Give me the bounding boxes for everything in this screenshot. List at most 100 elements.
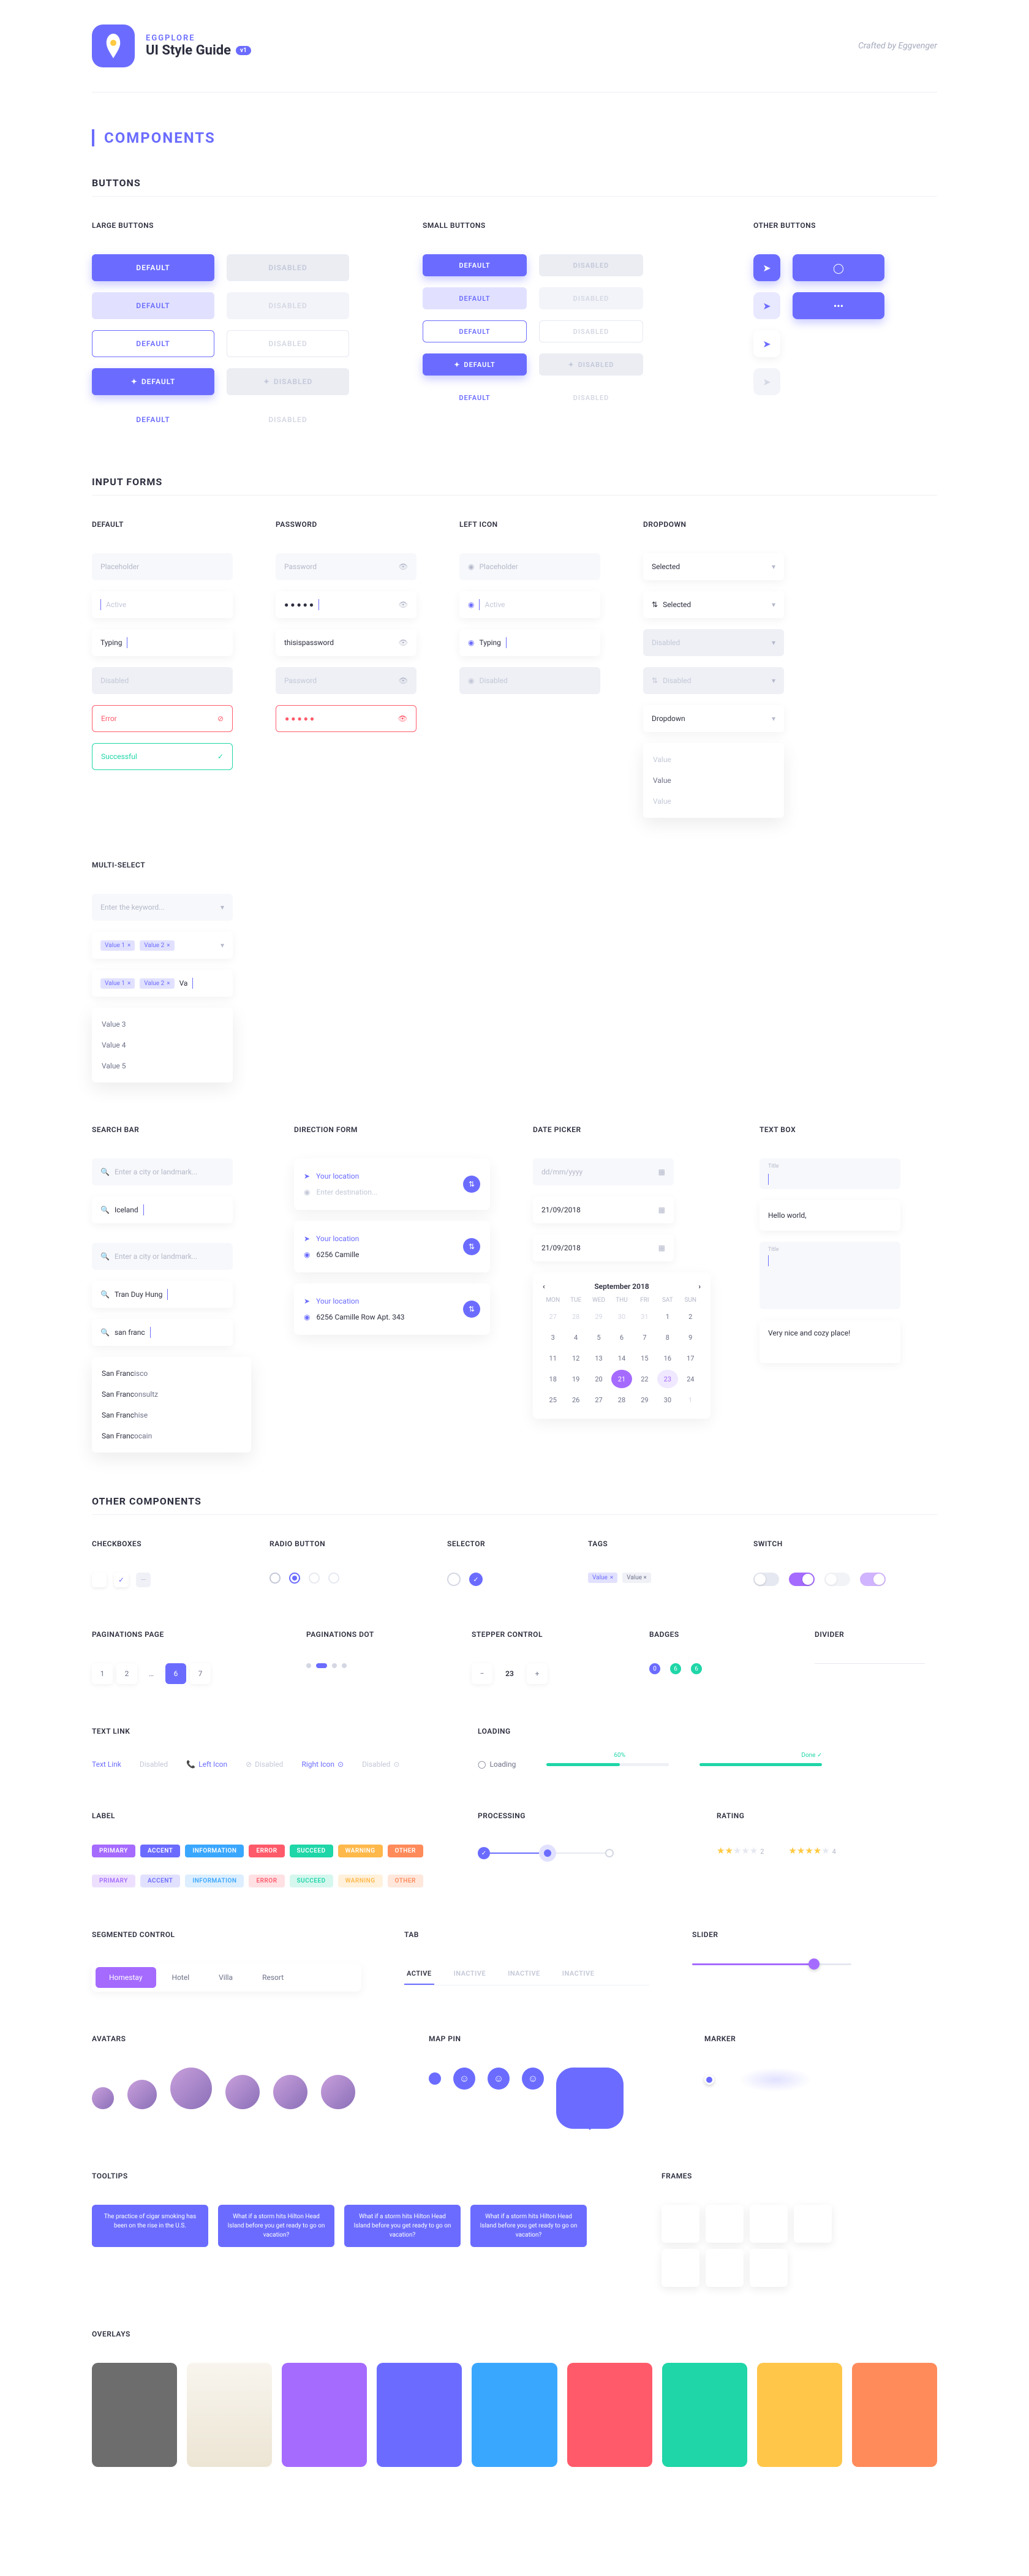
tag[interactable]: Value ×: [622, 1573, 651, 1583]
input-active[interactable]: Active: [92, 591, 233, 618]
large-outline-button[interactable]: DEFAULT: [92, 330, 214, 357]
large-link-button[interactable]: DEFAULT: [92, 406, 214, 433]
search-input-filled[interactable]: 🔍Iceland: [92, 1196, 233, 1223]
calendar-grid[interactable]: 272829303112 3456789 11121314151617 1819…: [543, 1307, 701, 1409]
dropdown-option[interactable]: Value: [643, 791, 784, 812]
page-2[interactable]: 2: [116, 1663, 137, 1684]
input-placeholder[interactable]: Placeholder: [92, 553, 233, 580]
date-input-filled[interactable]: 21/09/2018▦: [533, 1196, 674, 1223]
rating-2[interactable]: ★★★★★ 2: [717, 1845, 764, 1856]
nav-icon-button[interactable]: ➤: [753, 254, 780, 281]
page-6[interactable]: 6: [165, 1663, 186, 1684]
password-visible[interactable]: thisispassword👁: [276, 629, 417, 656]
checkbox-checked[interactable]: ✓: [114, 1573, 129, 1587]
dot-active[interactable]: [316, 1663, 327, 1668]
lefticon-typing[interactable]: ◉Typing: [459, 629, 600, 656]
large-icon-button[interactable]: ✦ DEFAULT: [92, 368, 214, 395]
text-link-lefticon[interactable]: 📞Left Icon: [186, 1760, 227, 1769]
autocomplete-item[interactable]: San Franconsultz: [92, 1384, 251, 1405]
swap-button[interactable]: ⇅: [463, 1176, 480, 1193]
next-month[interactable]: ›: [698, 1282, 701, 1291]
dropdown-icon-selected[interactable]: ⇅Selected▾: [643, 591, 784, 618]
dot[interactable]: [332, 1663, 337, 1668]
stepper-plus[interactable]: +: [527, 1663, 548, 1684]
textbox-placeholder[interactable]: Title: [760, 1158, 900, 1189]
selector-on[interactable]: ✓: [469, 1573, 483, 1586]
multiselect-placeholder[interactable]: Enter the keyword...▾: [92, 894, 233, 921]
eye-icon[interactable]: 👁: [399, 638, 408, 647]
search-input[interactable]: 🔍Enter a city or landmark...: [92, 1243, 233, 1270]
multiselect-option[interactable]: Value 3: [92, 1014, 233, 1035]
checkbox-unchecked[interactable]: [92, 1573, 107, 1587]
dropdown-option[interactable]: Value: [643, 749, 784, 770]
seg-resort[interactable]: Resort: [249, 1967, 297, 1988]
small-link-button[interactable]: DEFAULT: [423, 387, 527, 409]
tab-inactive[interactable]: INACTIVE: [560, 1963, 597, 1985]
text-link[interactable]: Text Link: [92, 1760, 121, 1769]
password-error[interactable]: ● ● ● ● ●👁: [276, 705, 417, 732]
switch-on[interactable]: [789, 1573, 815, 1586]
stepper-minus[interactable]: −: [472, 1663, 492, 1684]
search-input-filled[interactable]: 🔍Tran Duy Hung: [92, 1281, 233, 1308]
multiselect-option[interactable]: Value 4: [92, 1035, 233, 1056]
page-1[interactable]: 1: [92, 1663, 113, 1684]
large-soft-button[interactable]: DEFAULT: [92, 292, 214, 319]
seg-hotel[interactable]: Hotel: [159, 1967, 203, 1988]
radio-off[interactable]: [270, 1573, 281, 1584]
buttons-title: BUTTONS: [92, 177, 937, 189]
swap-button[interactable]: ⇅: [463, 1238, 480, 1255]
dots-button[interactable]: •••: [793, 292, 884, 319]
small-outline-button[interactable]: DEFAULT: [423, 320, 527, 342]
tag[interactable]: Value ×: [588, 1573, 617, 1583]
large-primary-button[interactable]: DEFAULT: [92, 254, 214, 281]
lefticon-active[interactable]: ◉Active: [459, 591, 600, 618]
selector-off[interactable]: [447, 1573, 461, 1586]
small-primary-button[interactable]: DEFAULT: [423, 254, 527, 276]
small-soft-button[interactable]: DEFAULT: [423, 287, 527, 309]
prev-month[interactable]: ‹: [543, 1282, 545, 1291]
multiselect-typing[interactable]: Value 1 ×Value 2 ×Va: [92, 970, 233, 997]
input-error[interactable]: Error⊘: [92, 705, 233, 732]
small-icon-button[interactable]: ✦ DEFAULT: [423, 353, 527, 376]
eye-icon[interactable]: 👁: [399, 562, 408, 571]
seg-villa[interactable]: Villa: [205, 1967, 246, 1988]
multiselect-option[interactable]: Value 5: [92, 1056, 233, 1076]
search-input[interactable]: 🔍Enter a city or landmark...: [92, 1158, 233, 1185]
nav-icon-white[interactable]: ➤: [753, 330, 780, 357]
swap-button[interactable]: ⇅: [463, 1301, 480, 1318]
dropdown-open[interactable]: Dropdown▾: [643, 705, 784, 732]
seg-homestay[interactable]: Homestay: [96, 1967, 156, 1988]
dropdown-option[interactable]: Value: [643, 770, 784, 791]
eye-icon[interactable]: 👁: [399, 600, 408, 609]
input-typing[interactable]: Typing: [92, 629, 233, 656]
dropdown-selected[interactable]: Selected▾: [643, 553, 784, 580]
nav-icon-soft[interactable]: ➤: [753, 292, 780, 319]
autocomplete-item[interactable]: San Franchise: [92, 1405, 251, 1426]
textbox-title: TEXT BOX: [760, 1125, 913, 1134]
rating-4[interactable]: ★★★★★ 4: [788, 1845, 835, 1856]
textbox-filled[interactable]: Hello world,: [760, 1200, 900, 1231]
radio-on[interactable]: [289, 1573, 300, 1584]
text-link-righticon[interactable]: Right Icon ⊙: [301, 1760, 344, 1769]
lefticon-placeholder[interactable]: ◉Placeholder: [459, 553, 600, 580]
password-placeholder[interactable]: Password👁: [276, 553, 417, 580]
input-success[interactable]: Successful✓: [92, 743, 233, 770]
textarea-filled[interactable]: Very nice and cozy place!: [760, 1320, 900, 1363]
date-input-filled[interactable]: 21/09/2018▦: [533, 1234, 674, 1261]
switch-off[interactable]: [753, 1573, 779, 1586]
tab-inactive[interactable]: INACTIVE: [505, 1963, 543, 1985]
multiselect-values[interactable]: Value 1 ×Value 2 ×▾: [92, 932, 233, 959]
tab-active[interactable]: ACTIVE: [404, 1963, 434, 1985]
slider[interactable]: [692, 1963, 851, 1965]
password-active[interactable]: ● ● ● ● ●👁: [276, 591, 417, 618]
dot[interactable]: [306, 1663, 311, 1668]
spinner-button[interactable]: ◯: [793, 254, 884, 281]
autocomplete-item[interactable]: San Francocain: [92, 1426, 251, 1446]
page-7[interactable]: 7: [190, 1663, 211, 1684]
search-input-autocomplete[interactable]: 🔍san franc: [92, 1319, 233, 1346]
textarea-placeholder[interactable]: Title: [760, 1242, 900, 1309]
autocomplete-item[interactable]: San Francisco: [92, 1363, 251, 1384]
tab-inactive[interactable]: INACTIVE: [451, 1963, 489, 1985]
date-input[interactable]: dd/mm/yyyy▦: [533, 1158, 674, 1185]
dot[interactable]: [342, 1663, 347, 1668]
